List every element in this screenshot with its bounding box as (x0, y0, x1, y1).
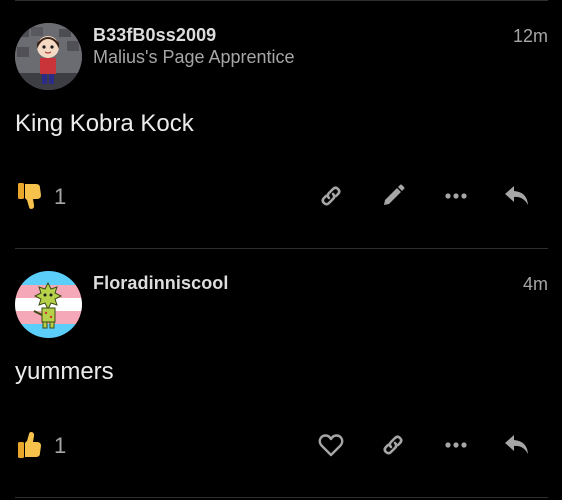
reaction-count[interactable]: 1 (54, 433, 66, 459)
post-actions: 1 (0, 176, 562, 216)
post-timestamp[interactable]: 12m (513, 26, 548, 47)
reaction-count[interactable]: 1 (54, 184, 66, 210)
post-body: King Kobra Kock (15, 110, 194, 137)
avatar[interactable] (15, 23, 82, 90)
more-icon[interactable] (440, 176, 472, 216)
reply-icon[interactable] (500, 425, 534, 465)
username[interactable]: Floradinniscool (93, 273, 229, 294)
post-feed: B33fB0ss2009 Malius's Page Apprentice 12… (0, 0, 562, 500)
reply-icon[interactable] (500, 176, 534, 216)
post-timestamp[interactable]: 4m (523, 274, 548, 295)
more-icon[interactable] (440, 425, 472, 465)
link-icon[interactable] (377, 425, 409, 465)
username[interactable]: B33fB0ss2009 (93, 25, 216, 46)
heart-icon[interactable] (315, 425, 347, 465)
pencil-icon[interactable] (377, 176, 409, 216)
thumbs-down-icon[interactable] (13, 176, 47, 216)
post-body: yummers (15, 358, 114, 385)
avatar[interactable] (15, 271, 82, 338)
post-2: Floradinniscool 4m yummers 1 (0, 248, 562, 500)
user-title: Malius's Page Apprentice (93, 47, 295, 67)
thumbs-up-icon[interactable] (13, 425, 47, 465)
post-actions: 1 (0, 425, 562, 465)
post-1: B33fB0ss2009 Malius's Page Apprentice 12… (0, 0, 562, 248)
divider (15, 497, 548, 498)
link-icon[interactable] (315, 176, 347, 216)
